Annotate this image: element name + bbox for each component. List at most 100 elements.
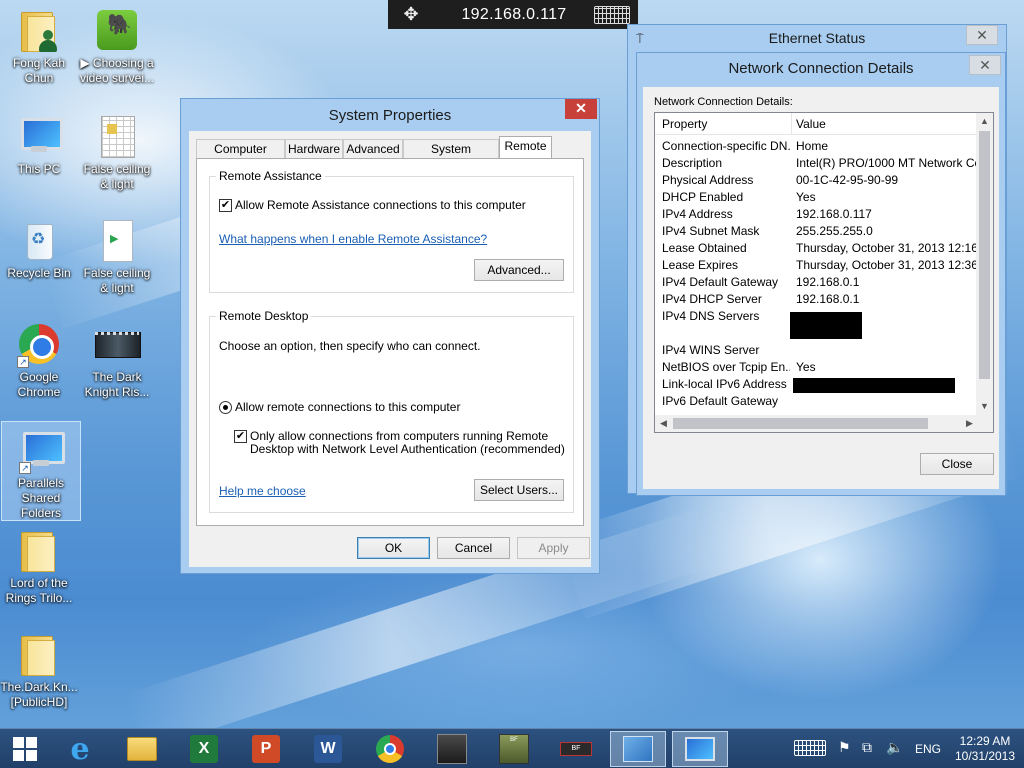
column-header-value[interactable]: Value <box>796 117 826 131</box>
taskbar-battlefield[interactable]: BF <box>548 731 604 767</box>
scroll-right-icon[interactable]: ▶ <box>961 415 978 432</box>
network-icon[interactable]: ⧉ <box>862 739 872 768</box>
desktop-icon-recycle-bin[interactable]: Recycle Bin <box>0 216 78 281</box>
shortcut-arrow-icon: ↗ <box>17 356 29 368</box>
allow-remote-connections-radio[interactable] <box>219 401 232 414</box>
keyboard-icon[interactable] <box>594 5 630 24</box>
scroll-left-icon[interactable]: ◀ <box>655 415 672 432</box>
taskbar-network-settings[interactable] <box>610 731 666 767</box>
shortcut-arrow-icon: ↗ <box>19 462 31 474</box>
window-title: Ethernet Status <box>768 30 866 46</box>
nla-only-label-line2[interactable]: Desktop with Network Level Authenticatio… <box>250 442 565 456</box>
language-indicator[interactable]: ENG <box>915 742 941 768</box>
remote-connection-bar: ✥ 192.168.0.117 <box>388 0 638 29</box>
video-file-icon <box>93 320 141 368</box>
desktop-icon-fong-kah-chun[interactable]: Fong Kah Chun <box>0 6 78 86</box>
scroll-thumb[interactable] <box>673 418 928 429</box>
desktop-icon-google-chrome[interactable]: ↗ Google Chrome <box>0 320 78 400</box>
column-header-property[interactable]: Property <box>662 117 707 131</box>
folder-icon <box>15 630 63 678</box>
desktop-icon-false-ceiling-2[interactable]: False ceiling & light <box>78 216 156 296</box>
taskbar-battlefield-1942[interactable]: BF <box>486 731 542 767</box>
network-details-window: Network Connection Details ✕ Network Con… <box>636 52 1006 496</box>
help-me-choose-link[interactable]: Help me choose <box>219 484 306 498</box>
scroll-thumb[interactable] <box>979 131 990 379</box>
taskbar-powerpoint[interactable]: P <box>238 731 294 767</box>
tab-hardware[interactable]: Hardware <box>285 139 343 159</box>
recycle-bin-icon <box>15 216 63 264</box>
touch-keyboard-icon[interactable] <box>794 740 826 756</box>
desktop-icon-label: ▶ Choosing a video survei... <box>79 56 155 85</box>
desktop-icon-false-ceiling-1[interactable]: False ceiling & light <box>78 112 156 192</box>
desktop-icon-dark-knight-publichd[interactable]: The.Dark.Kn... [PublicHD] <box>0 630 78 710</box>
close-details-button[interactable]: Close <box>920 453 994 475</box>
desktop-icon-label: Lord of the Rings Trilo... <box>5 576 73 605</box>
close-button[interactable]: ✕ <box>966 25 998 45</box>
tab-remote[interactable]: Remote <box>499 136 552 159</box>
tab-system-protection[interactable]: System Protection <box>403 139 499 175</box>
action-center-flag-icon[interactable]: ⚑ <box>838 739 851 768</box>
powerpoint-icon: P <box>252 735 280 763</box>
desktop-icon-choosing-video[interactable]: ▶ Choosing a video survei... <box>78 6 156 86</box>
taskbar-system-properties[interactable] <box>672 731 728 767</box>
desktop-icon-label: Fong Kah Chun <box>12 56 66 85</box>
internet-explorer-icon: e <box>70 731 90 767</box>
chrome-icon: ↗ <box>15 320 63 368</box>
tab-advanced[interactable]: Advanced <box>343 139 403 159</box>
taskbar-word[interactable]: W <box>300 731 356 767</box>
details-listview[interactable]: Property Value Connection-specific DN...… <box>654 112 994 433</box>
remote-tab-page: Remote Assistance ✔ Allow Remote Assista… <box>196 158 584 526</box>
redacted-block <box>793 378 955 393</box>
vertical-scrollbar[interactable]: ▲ ▼ <box>976 113 993 415</box>
horizontal-scrollbar[interactable]: ◀ ▶ <box>655 415 993 432</box>
network-settings-icon <box>623 736 653 762</box>
advanced-button[interactable]: Advanced... <box>474 259 564 281</box>
nla-only-label-line1[interactable]: Only allow connections from computers ru… <box>250 429 548 443</box>
floor-plan-icon <box>93 112 141 160</box>
clock-date: 10/31/2013 <box>954 749 1016 763</box>
nla-only-checkbox[interactable]: ✔ <box>234 430 247 443</box>
computer-icon <box>15 112 63 160</box>
desktop-icon-label: Parallels Shared Folders <box>17 476 65 520</box>
group-legend: Remote Desktop <box>216 309 312 323</box>
desktop-icon-label: Google Chrome <box>17 370 61 399</box>
desktop-icon-parallels-shared[interactable]: ↗ Parallels Shared Folders <box>1 421 81 521</box>
scroll-down-icon[interactable]: ▼ <box>976 398 993 415</box>
taskbar-excel[interactable]: X <box>176 731 232 767</box>
taskbar-internet-explorer[interactable]: e <box>52 731 108 767</box>
user-folder-icon <box>15 6 63 54</box>
remote-assistance-group: Remote Assistance ✔ Allow Remote Assista… <box>209 169 574 293</box>
file-explorer-icon <box>127 737 157 761</box>
start-button[interactable] <box>0 731 50 767</box>
details-body: Network Connection Details: Property Val… <box>643 87 999 489</box>
close-button[interactable]: ✕ <box>969 55 1001 75</box>
document-icon <box>93 216 141 264</box>
desktop-icon-this-pc[interactable]: This PC <box>0 112 78 177</box>
clock[interactable]: 12:29 AM 10/31/2013 <box>950 734 1020 768</box>
ok-button[interactable]: OK <box>357 537 430 559</box>
tab-computer-name[interactable]: Computer Name <box>196 139 285 175</box>
allow-remote-assistance-checkbox[interactable]: ✔ <box>219 199 232 212</box>
select-users-button[interactable]: Select Users... <box>474 479 564 501</box>
cancel-button[interactable]: Cancel <box>437 537 510 559</box>
taskbar-chrome[interactable] <box>362 731 418 767</box>
clock-time: 12:29 AM <box>959 734 1011 748</box>
remote-assistance-help-link[interactable]: What happens when I enable Remote Assist… <box>219 232 487 246</box>
close-button[interactable]: ✕ <box>565 99 597 119</box>
allow-remote-assistance-label[interactable]: Allow Remote Assistance connections to t… <box>235 198 526 212</box>
scroll-up-icon[interactable]: ▲ <box>976 113 993 130</box>
apply-button[interactable]: Apply <box>517 537 590 559</box>
remote-ip-label: 192.168.0.117 <box>461 5 567 23</box>
allow-remote-connections-label[interactable]: Allow remote connections to this compute… <box>235 400 460 414</box>
taskbar-file-explorer[interactable] <box>114 731 170 767</box>
desktop-icon-dark-knight-rises[interactable]: The Dark Knight Ris... <box>78 320 156 400</box>
evernote-icon <box>93 6 141 54</box>
soldier-game-icon <box>437 734 467 764</box>
desktop-icon-lord-of-the-rings[interactable]: Lord of the Rings Trilo... <box>0 526 78 606</box>
listview-header: Property Value <box>655 113 977 135</box>
battlefield-1942-icon: BF <box>499 734 529 764</box>
volume-icon[interactable]: 🔈 <box>886 739 903 768</box>
taskbar-game-soldier[interactable] <box>424 731 480 767</box>
folder-icon <box>15 526 63 574</box>
move-arrows-icon[interactable]: ✥ <box>388 4 434 25</box>
